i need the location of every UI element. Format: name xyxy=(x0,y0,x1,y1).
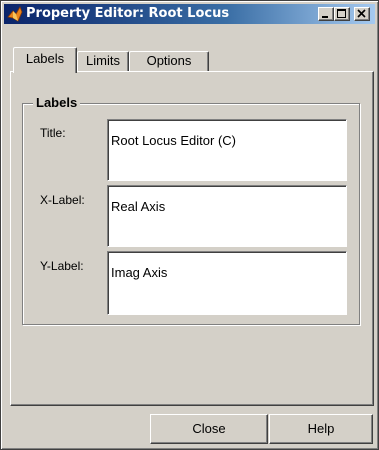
minimize-button[interactable] xyxy=(318,7,334,21)
window-title: Property Editor: Root Locus xyxy=(26,6,230,21)
close-window-button[interactable] xyxy=(354,7,370,21)
x-label-label: X-Label: xyxy=(40,193,85,207)
title-label: Title: xyxy=(40,126,66,140)
tab-limits[interactable]: Limits xyxy=(77,51,129,71)
y-label-field[interactable]: Imag Axis xyxy=(107,251,347,315)
labels-group-title: Labels xyxy=(33,95,81,110)
close-button[interactable]: Close xyxy=(150,414,268,444)
y-label-label: Y-Label: xyxy=(40,259,84,273)
property-editor-window: Property Editor: Root Locus Labels Limit… xyxy=(0,0,379,450)
matlab-icon xyxy=(7,6,23,22)
help-button[interactable]: Help xyxy=(269,414,373,444)
title-bar[interactable]: Property Editor: Root Locus xyxy=(4,4,375,24)
minimize-icon xyxy=(322,16,328,18)
tab-labels[interactable]: Labels xyxy=(13,47,77,73)
close-icon xyxy=(357,9,366,18)
maximize-button[interactable] xyxy=(334,7,350,21)
tab-options[interactable]: Options xyxy=(129,51,209,71)
x-label-field[interactable]: Real Axis xyxy=(107,185,347,247)
maximize-icon xyxy=(337,9,346,18)
title-field[interactable]: Root Locus Editor (C) xyxy=(107,119,347,181)
